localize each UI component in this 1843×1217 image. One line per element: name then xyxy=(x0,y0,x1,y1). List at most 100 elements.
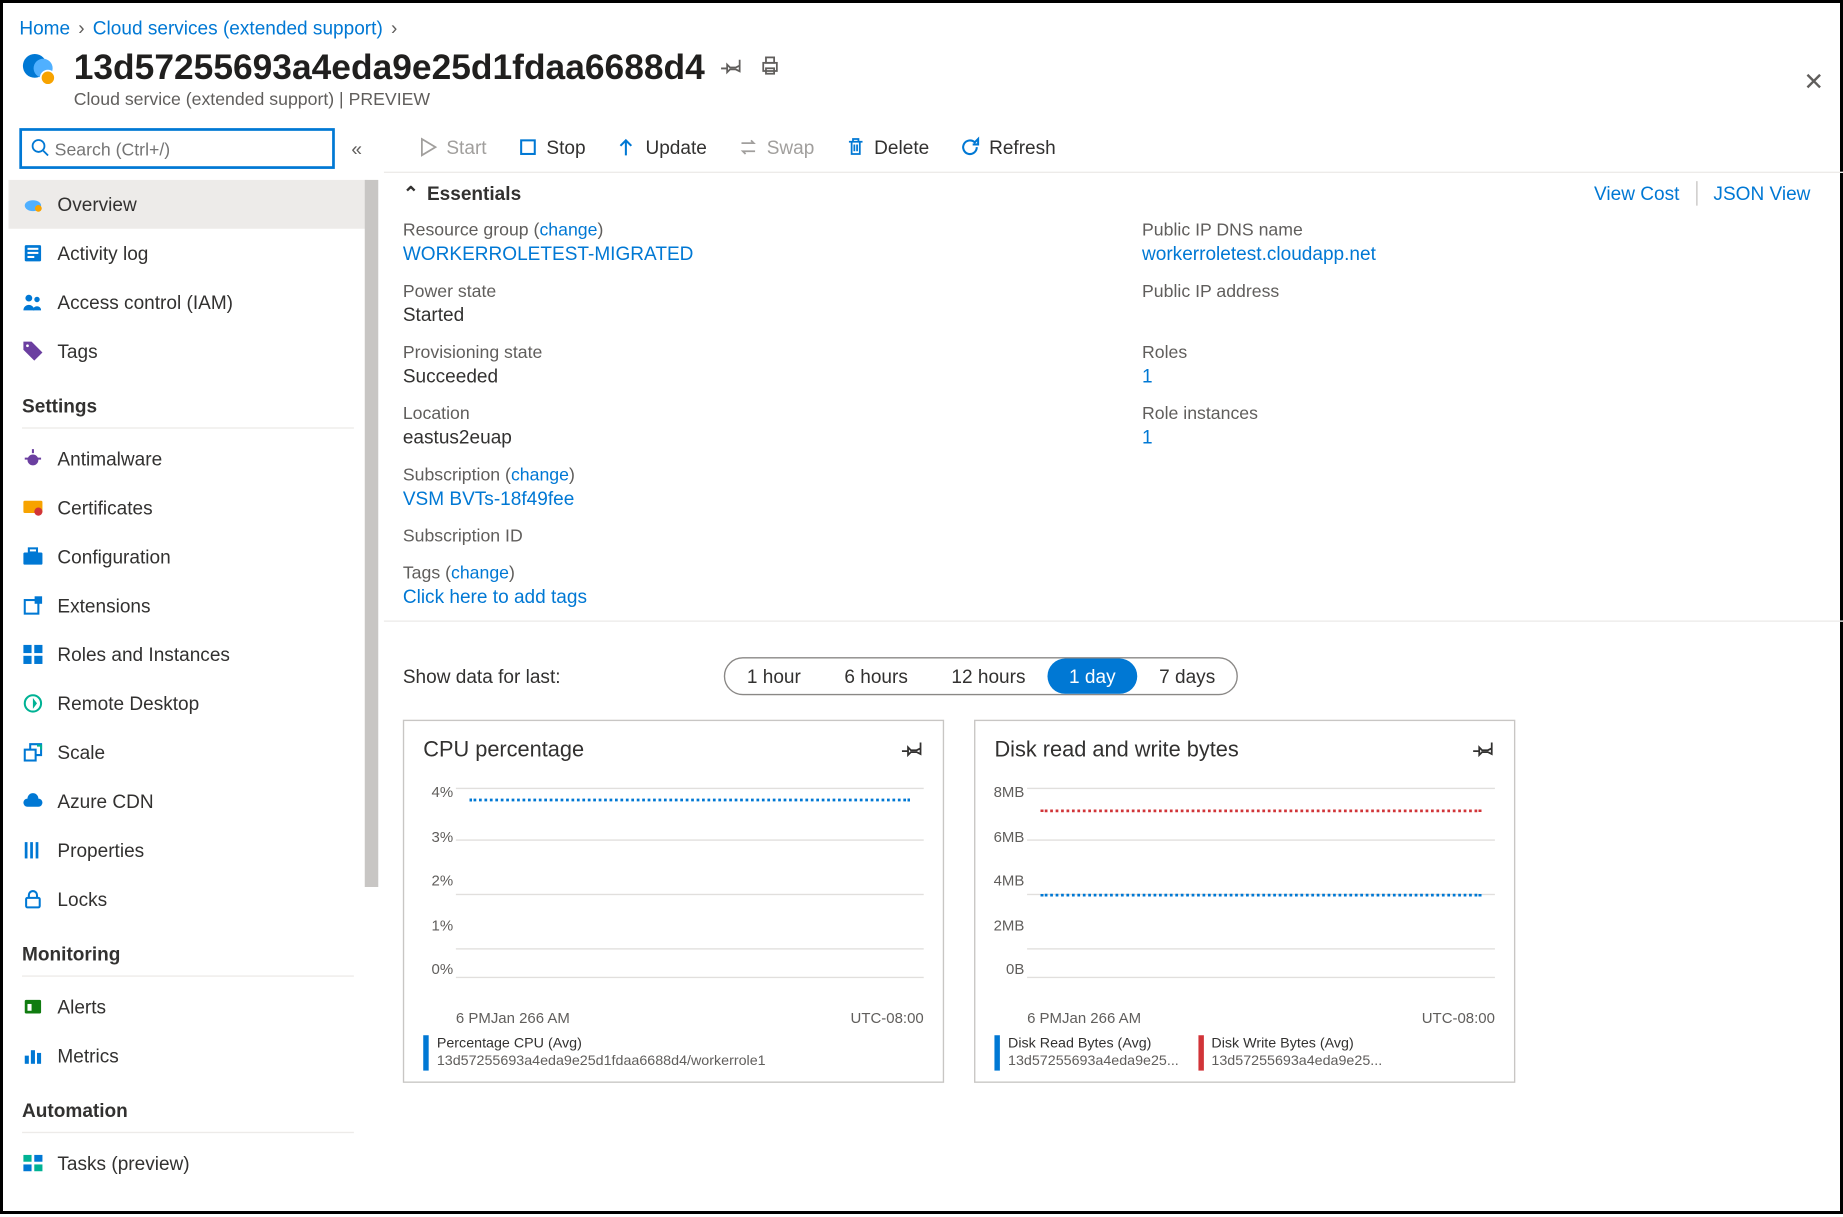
essentials-toggle[interactable]: ⌃ Essentials xyxy=(403,182,521,205)
field-roles: Roles1 xyxy=(1142,342,1827,387)
sidebar-item-activity-log[interactable]: Activity log xyxy=(8,229,367,278)
sidebar-item-extensions[interactable]: Extensions xyxy=(8,581,367,630)
play-icon xyxy=(416,136,438,158)
field-subscription-id: Subscription ID xyxy=(403,525,1088,545)
sidebar-item-certificates[interactable]: Certificates xyxy=(8,483,367,532)
json-view-link[interactable]: JSON View xyxy=(1697,183,1827,205)
essentials-panel: Resource group (change)WORKERROLETEST-MI… xyxy=(384,214,1843,622)
stop-button[interactable]: Stop xyxy=(503,131,599,164)
time-1day[interactable]: 1 day xyxy=(1047,659,1137,694)
delete-button[interactable]: Delete xyxy=(831,131,943,164)
sidebar-item-cdn[interactable]: Azure CDN xyxy=(8,777,367,826)
sidebar-group-monitoring: Monitoring xyxy=(8,924,367,970)
field-role-instances: Role instances1 xyxy=(1142,403,1827,448)
breadcrumb-home[interactable]: Home xyxy=(19,17,70,39)
tasks-icon xyxy=(22,1152,44,1174)
field-subscription: Subscription (change)VSM BVTs-18f49fee xyxy=(403,464,1088,509)
sidebar-item-roles[interactable]: Roles and Instances xyxy=(8,630,367,679)
field-provisioning-state: Provisioning stateSucceeded xyxy=(403,342,1088,387)
swap-button[interactable]: Swap xyxy=(723,131,828,164)
pin-icon[interactable] xyxy=(902,737,924,763)
people-icon xyxy=(22,291,44,313)
chart-disk: Disk read and write bytes 8MB6MB4MB2MB0B… xyxy=(974,720,1515,1083)
time-range-label: Show data for last: xyxy=(403,665,561,687)
sidebar-item-alerts[interactable]: Alerts xyxy=(8,982,367,1031)
sidebar-item-tasks[interactable]: Tasks (preview) xyxy=(8,1139,367,1188)
time-range-selector: 1 hour 6 hours 12 hours 1 day 7 days xyxy=(724,657,1239,695)
field-resource-group: Resource group (change)WORKERROLETEST-MI… xyxy=(403,219,1088,264)
legend-disk-read: Disk Read Bytes (Avg)13d57255693a4eda9e2… xyxy=(994,1035,1178,1070)
tag-icon xyxy=(22,340,44,362)
page-header: 13d57255693a4eda9e25d1fdaa6688d4 xyxy=(3,41,1843,89)
update-button[interactable]: Update xyxy=(602,131,721,164)
view-cost-link[interactable]: View Cost xyxy=(1578,183,1696,205)
field-tags: Tags (change)Click here to add tags xyxy=(403,562,1088,607)
log-icon xyxy=(22,242,44,264)
chevron-right-icon: › xyxy=(78,17,84,39)
chart-plot-area[interactable]: 8MB6MB4MB2MB0B xyxy=(1027,785,1495,1003)
extension-icon xyxy=(22,595,44,617)
field-power-state: Power stateStarted xyxy=(403,280,1088,325)
change-rg-link[interactable]: change xyxy=(539,219,597,239)
sidebar-group-automation: Automation xyxy=(8,1080,367,1126)
roles-link[interactable]: 1 xyxy=(1142,362,1827,386)
chart-title: CPU percentage xyxy=(423,738,584,762)
chart-cpu: CPU percentage 4%3%2%1%0% 6 PMJan 266 AM… xyxy=(403,720,944,1083)
sidebar-item-properties[interactable]: Properties xyxy=(8,826,367,875)
lock-icon xyxy=(22,888,44,910)
x-axis: 6 PMJan 266 AMUTC-08:00 xyxy=(423,1008,923,1027)
field-location: Locationeastus2euap xyxy=(403,403,1088,448)
sidebar-item-remote-desktop[interactable]: Remote Desktop xyxy=(8,679,367,728)
sidebar-item-antimalware[interactable]: Antimalware xyxy=(8,434,367,483)
search-icon xyxy=(30,137,49,160)
search-input[interactable] xyxy=(55,138,325,158)
change-sub-link[interactable]: change xyxy=(511,464,569,484)
add-tags-link[interactable]: Click here to add tags xyxy=(403,582,1088,606)
sidebar-item-metrics[interactable]: Metrics xyxy=(8,1031,367,1080)
time-12hours[interactable]: 12 hours xyxy=(930,659,1048,694)
time-7days[interactable]: 7 days xyxy=(1137,659,1237,694)
resource-group-link[interactable]: WORKERROLETEST-MIGRATED xyxy=(403,240,1088,264)
chart-plot-area[interactable]: 4%3%2%1%0% xyxy=(456,785,924,1003)
print-icon[interactable] xyxy=(759,55,781,81)
subscription-link[interactable]: VSM BVTs-18f49fee xyxy=(403,484,1088,508)
collapse-sidebar-icon[interactable]: « xyxy=(346,132,367,165)
chevron-up-icon: ⌃ xyxy=(403,182,419,205)
close-icon[interactable]: ✕ xyxy=(1804,68,1825,97)
sidebar-item-scale[interactable]: Scale xyxy=(8,728,367,777)
alert-icon xyxy=(22,996,44,1018)
refresh-icon xyxy=(959,136,981,158)
sidebar-item-configuration[interactable]: Configuration xyxy=(8,532,367,581)
search-input-wrap[interactable] xyxy=(19,128,335,169)
sidebar-item-iam[interactable]: Access control (IAM) xyxy=(8,278,367,327)
sidebar-item-tags[interactable]: Tags xyxy=(8,327,367,376)
cloud-service-icon xyxy=(19,49,57,87)
series-cpu xyxy=(469,799,910,802)
main-content: Start Stop Update Swap Delete Refresh ⌃ … xyxy=(384,123,1843,1188)
change-tags-link[interactable]: change xyxy=(451,562,509,582)
legend-cpu: Percentage CPU (Avg)13d57255693a4eda9e25… xyxy=(423,1035,765,1070)
properties-icon xyxy=(22,839,44,861)
sidebar-scrollbar[interactable] xyxy=(365,180,379,1188)
command-bar: Start Stop Update Swap Delete Refresh xyxy=(384,123,1843,173)
time-1hour[interactable]: 1 hour xyxy=(725,659,823,694)
sidebar-item-overview[interactable]: Overview xyxy=(8,180,367,229)
refresh-button[interactable]: Refresh xyxy=(946,131,1070,164)
pin-icon[interactable] xyxy=(1473,737,1495,763)
sidebar-item-locks[interactable]: Locks xyxy=(8,875,367,924)
dns-name-link[interactable]: workerroletest.cloudapp.net xyxy=(1142,240,1827,264)
toolbox-icon xyxy=(22,546,44,568)
rdp-icon xyxy=(22,693,44,715)
page-title: 13d57255693a4eda9e25d1fdaa6688d4 xyxy=(74,47,705,89)
breadcrumb: Home › Cloud services (extended support)… xyxy=(3,3,1843,41)
pin-icon[interactable] xyxy=(721,55,743,81)
field-public-ip: Public IP address xyxy=(1142,280,1827,325)
breadcrumb-service[interactable]: Cloud services (extended support) xyxy=(93,17,383,39)
series-disk-read xyxy=(1041,894,1482,897)
scale-icon xyxy=(22,741,44,763)
time-6hours[interactable]: 6 hours xyxy=(823,659,930,694)
start-button[interactable]: Start xyxy=(403,131,500,164)
y-axis: 4%3%2%1%0% xyxy=(418,785,453,978)
page-subtitle: Cloud service (extended support) | PREVI… xyxy=(3,89,1843,123)
instances-link[interactable]: 1 xyxy=(1142,423,1827,447)
